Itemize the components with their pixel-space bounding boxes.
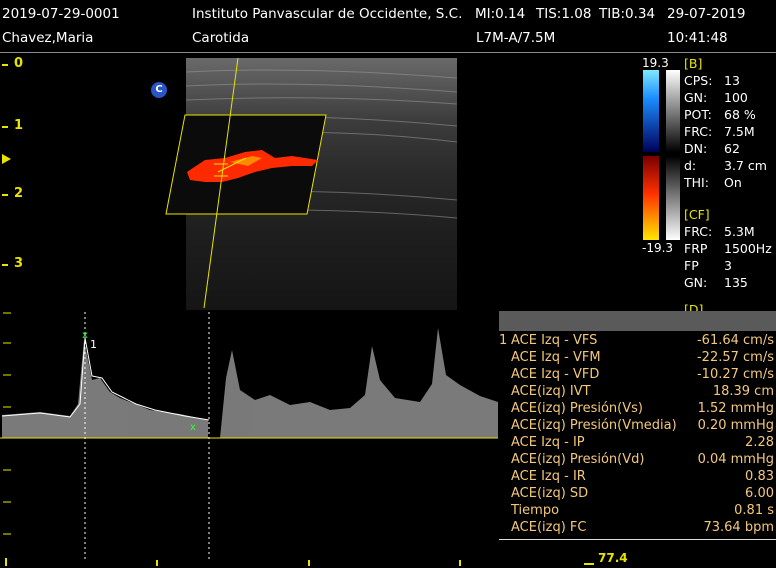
- measurement-panel-footer-line: [499, 539, 776, 540]
- measurement-row: ACE(izq) FC 73.64 bpm: [511, 520, 774, 535]
- gray-scale-bar: [666, 70, 680, 152]
- measurement-row: ACE(izq) SD 6.00: [511, 486, 774, 501]
- scale-min-label: -19.3: [642, 241, 674, 255]
- d-mode-header: [D]: [684, 302, 704, 311]
- measurement-row: ACE(izq) Presión(Vd) 0.04 mmHg: [511, 452, 774, 467]
- measurement-panel-header: [499, 311, 776, 331]
- measurement-row: ACE Izq - VFD -10.27 cm/s: [511, 367, 774, 382]
- measurement-row: ACE(izq) Presión(Vs) 1.52 mmHg: [511, 401, 774, 416]
- svg-text:x: x: [190, 422, 196, 433]
- b-mode-header: [B]: [684, 56, 703, 71]
- measurement-row: ACE Izq - IR 0.83: [511, 469, 774, 484]
- doppler-spectrum: [2, 328, 498, 438]
- cf-mode-header: [CF]: [684, 207, 710, 222]
- measurement-panel[interactable]: 1 ACE Izq - VFS -61.64 cm/s ACE Izq - VFM -…: [499, 311, 776, 541]
- svg-text:x: x: [82, 330, 88, 341]
- frame-counter: 77.4: [598, 551, 628, 565]
- color-mode-badge: C: [151, 82, 167, 98]
- scale-max-label: 19.3: [642, 56, 669, 70]
- doppler-marker-label: 1: [90, 338, 97, 351]
- measurement-row: ACE(izq) IVT 18.39 cm: [511, 384, 774, 399]
- color-scale-bar: [643, 70, 659, 152]
- measurement-row: Tiempo 0.81 s: [511, 503, 774, 518]
- measurement-row: ACE Izq - VFM -22.57 cm/s: [511, 350, 774, 365]
- measurement-row: 1 ACE Izq - VFS -61.64 cm/s: [499, 333, 774, 348]
- measurement-row: ACE(izq) Presión(Vmedia) 0.20 mmHg: [511, 418, 774, 433]
- measurement-row: ACE Izq - IP 2.28: [511, 435, 774, 450]
